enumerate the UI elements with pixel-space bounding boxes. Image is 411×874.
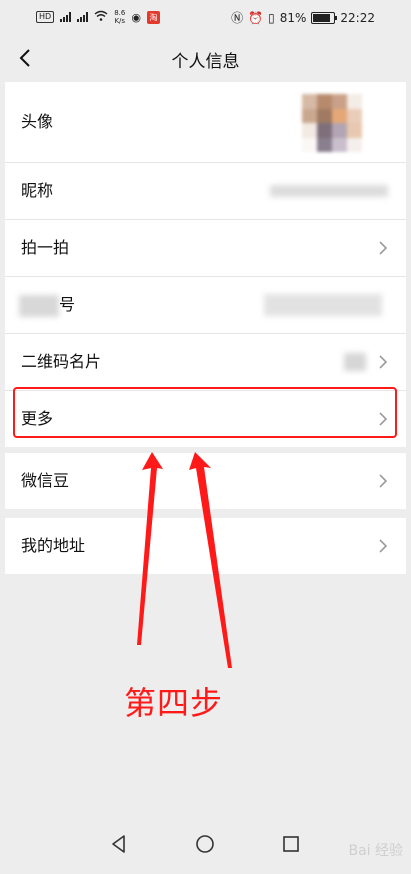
nickname-value-blurred: [270, 185, 388, 197]
hd-indicator: HD: [36, 11, 55, 23]
net-speed: 8.6 K/s: [114, 9, 126, 25]
wifi-icon: [94, 10, 108, 24]
row-qrcode[interactable]: 二维码名片: [5, 334, 406, 391]
wechat-id-label-suffix: 号: [59, 295, 76, 314]
status-bar: HD 8.6 K/s ◉ 淘 Ⓝ ⏰ ▯ 81% 22:22: [0, 0, 411, 34]
square-recents-icon: [283, 836, 299, 852]
avatar[interactable]: [302, 94, 362, 152]
qrcode-label: 二维码名片: [21, 352, 102, 371]
chevron-right-icon: [378, 539, 388, 553]
chevron-right-icon: [378, 474, 388, 488]
nav-bar: 个人信息: [0, 34, 411, 82]
nickname-label: 昵称: [21, 181, 54, 200]
address-group: 我的地址: [5, 518, 406, 574]
triangle-back-icon: [112, 835, 125, 853]
row-avatar[interactable]: 头像: [5, 82, 406, 163]
watermark: Bai 经验: [348, 843, 403, 859]
eye-icon: ◉: [131, 10, 141, 24]
alarm-icon: ⏰: [248, 10, 264, 25]
row-address[interactable]: 我的地址: [5, 518, 406, 574]
clock: 22:22: [340, 10, 375, 25]
page-title: 个人信息: [171, 52, 240, 72]
avatar-label: 头像: [21, 112, 54, 131]
address-label: 我的地址: [21, 536, 86, 555]
chevron-right-icon: [378, 355, 388, 369]
wechat-beans-label: 微信豆: [21, 471, 70, 490]
taobao-icon: 淘: [146, 10, 160, 24]
nav-recents-button[interactable]: [278, 831, 304, 857]
pat-label: 拍一拍: [21, 238, 70, 257]
battery-icon: [311, 11, 338, 24]
chevron-right-icon: [378, 241, 388, 255]
nfc-icon: Ⓝ: [231, 11, 244, 25]
beans-group: 微信豆: [5, 453, 406, 509]
row-pat[interactable]: 拍一拍: [5, 220, 406, 277]
row-wechat-id[interactable]: 号: [5, 277, 406, 334]
nav-back-button[interactable]: [106, 831, 132, 857]
highlight-box: [13, 387, 397, 438]
wechat-id-value-blurred: [264, 294, 382, 316]
row-nickname[interactable]: 昵称: [5, 163, 406, 220]
battery-percent: 81%: [279, 10, 307, 25]
circle-home-icon: [196, 835, 214, 853]
status-right: Ⓝ ⏰ ▯ 81% 22:22: [231, 9, 375, 26]
signal-icon: [60, 12, 72, 22]
status-left: HD 8.6 K/s ◉ 淘: [36, 9, 160, 25]
step-annotation: 第四步: [124, 684, 224, 722]
qrcode-thumbnail-blurred: [344, 353, 366, 371]
vibrate-icon: ▯: [268, 10, 275, 25]
wechat-id-label-blurred: [19, 295, 59, 317]
nav-home-button[interactable]: [192, 831, 218, 857]
row-wechat-beans[interactable]: 微信豆: [5, 453, 406, 509]
system-nav-bar: Bai 经验: [0, 814, 411, 874]
signal-icon-2: [77, 12, 89, 22]
